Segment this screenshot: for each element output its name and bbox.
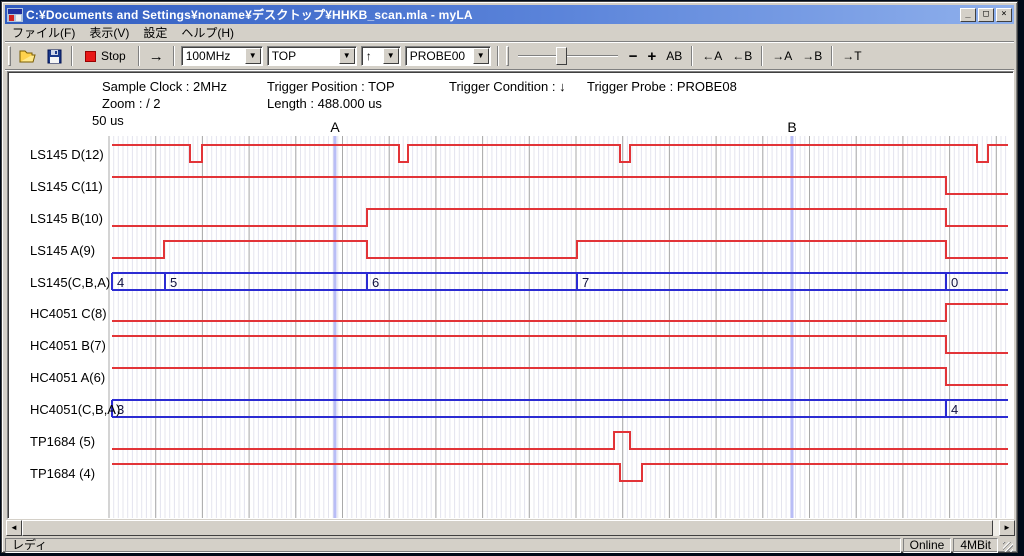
trace-LS145-C-11- [112,177,1008,194]
trace-HC4051-B-7- [112,336,1008,353]
signal-label-LS145-C-B-A-: LS145(C,B,A) [30,275,110,290]
menu-help[interactable]: ヘルプ(H) [174,22,241,43]
trace-LS145-A-9- [112,241,1008,258]
chevron-down-icon[interactable]: ▼ [339,48,355,64]
stop-button[interactable]: Stop [77,45,134,67]
waveform-view[interactable]: Sample Clock : 2MHz Trigger Position : T… [7,71,1014,519]
trace-LS145-D-12- [112,145,1008,162]
set-cursor-b-button[interactable]: ←B [727,45,757,67]
toolbar-separator [71,46,73,66]
toolbar-separator [138,46,140,66]
trigger-probe-combobox[interactable]: PROBE00 ▼ [405,46,491,66]
zoom-slider-thumb[interactable] [556,47,567,65]
menu-settings[interactable]: 設定 [136,22,174,43]
scroll-left-button[interactable]: ◄ [6,520,22,536]
menu-bar: ファイル(F) 表示(V) 設定 ヘルプ(H) [5,24,1014,42]
chevron-down-icon[interactable]: ▼ [473,48,489,64]
chevron-down-icon[interactable]: ▼ [383,48,399,64]
toolbar-grip[interactable] [506,46,509,66]
trace-HC4051-C-8- [112,304,1008,321]
status-memory-badge: 4MBit [953,538,998,553]
bus-value: 0 [951,275,958,290]
trigger-position-combobox[interactable]: TOP ▼ [267,46,357,66]
set-cursor-a-button[interactable]: ←A [697,45,727,67]
open-file-button[interactable] [14,45,42,67]
toolbar-separator [173,46,175,66]
zoom-slider-track [518,55,618,57]
signal-label-LS145-B-10-: LS145 B(10) [30,211,103,226]
minimize-button[interactable]: _ [960,8,976,22]
save-floppy-icon [47,49,62,64]
menu-file[interactable]: ファイル(F) [5,22,82,43]
stop-icon [85,51,96,62]
scrollbar-thumb[interactable] [22,520,993,536]
zoom-slider[interactable] [518,46,618,66]
scroll-right-button[interactable]: ► [999,520,1015,536]
resize-grip[interactable] [1000,538,1014,553]
maximize-button[interactable]: □ [978,8,994,22]
toolbar-grip[interactable] [8,46,11,66]
app-icon [7,8,23,22]
trace-TP1684-4- [112,464,1008,481]
app-window: C:¥Documents and Settings¥noname¥デスクトップ¥… [1,1,1018,553]
trigger-edge-combobox[interactable]: ↑ ▼ [361,46,401,66]
toolbar-separator [831,46,833,66]
goto-cursor-a-button[interactable]: →A [767,45,797,67]
ab-range-button[interactable]: AB [661,45,687,67]
close-button[interactable]: × [996,8,1012,22]
toolbar-separator [691,46,693,66]
trace-LS145-B-10- [112,209,1008,226]
window-title: C:¥Documents and Settings¥noname¥デスクトップ¥… [26,6,958,23]
save-file-button[interactable] [42,45,67,67]
cursor-B-label: B [787,119,796,135]
bus-value: 4 [951,402,958,417]
bus-value: 5 [170,275,177,290]
signal-label-HC4051-C-B-A-: HC4051(C,B,A) [30,402,120,417]
menu-view[interactable]: 表示(V) [82,22,136,43]
sample-clock-combobox[interactable]: 100MHz ▼ [181,46,263,66]
signal-label-LS145-A-9-: LS145 A(9) [30,243,95,258]
signal-label-LS145-D-12-: LS145 D(12) [30,147,104,162]
signal-label-HC4051-C-8-: HC4051 C(8) [30,306,107,321]
waveform-svg: AB4567034 [8,72,1013,518]
trace-TP1684-5- [112,432,1008,449]
signal-label-LS145-C-11-: LS145 C(11) [30,179,103,194]
chevron-down-icon[interactable]: ▼ [245,48,261,64]
bus-value: 4 [117,275,124,290]
toolbar: Stop → 100MHz ▼ TOP ▼ ↑ ▼ PROBE00 ▼ − + [5,43,1014,70]
status-message: レディ [5,538,901,553]
open-folder-icon [19,49,37,64]
zoom-out-button[interactable]: − [624,45,643,67]
signal-label-HC4051-A-6-: HC4051 A(6) [30,370,105,385]
status-bar: レディ Online 4MBit [5,538,1014,553]
bus-value: 7 [582,275,589,290]
bus-value: 6 [372,275,379,290]
trace-HC4051-A-6- [112,368,1008,385]
toolbar-separator [761,46,763,66]
run-button[interactable]: → [144,45,169,67]
goto-trigger-button[interactable]: →T [837,45,866,67]
horizontal-scrollbar[interactable]: ◄ ► [6,520,1015,536]
cursor-A-label: A [330,119,340,135]
toolbar-separator [497,46,499,66]
signal-label-TP1684-5-: TP1684 (5) [30,434,95,449]
goto-cursor-b-button[interactable]: →B [797,45,827,67]
signal-label-TP1684-4-: TP1684 (4) [30,466,95,481]
zoom-in-button[interactable]: + [642,45,661,67]
signal-label-HC4051-B-7-: HC4051 B(7) [30,338,106,353]
status-online-badge: Online [903,538,952,553]
